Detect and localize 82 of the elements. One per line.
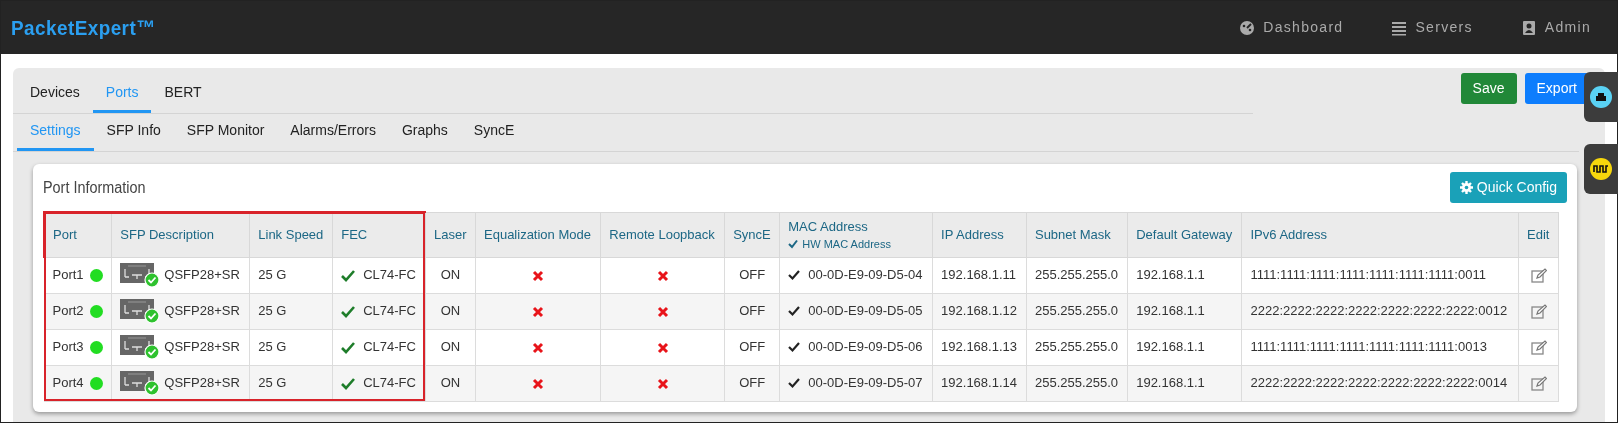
ip-address: 192.168.1.11 [941, 267, 1017, 283]
edit-icon [1530, 304, 1547, 320]
tab[interactable]: SFP Info [93, 114, 174, 151]
contact-card-icon [1520, 19, 1537, 36]
column-header: Laser [433, 225, 467, 244]
link-speed: 25 G [258, 267, 287, 283]
list-icon [1391, 19, 1408, 36]
column-header: IP Address [941, 225, 1005, 244]
port-name: Port4 [52, 375, 84, 391]
tab[interactable]: Alarms/Errors [277, 114, 389, 151]
tab[interactable]: SFP Monitor [173, 114, 278, 151]
column-header: Subnet Mask [1034, 225, 1112, 244]
mac-address: 00-0D-E9-09-D5-05 [808, 302, 923, 321]
fec-mode: CL74-FC [363, 302, 416, 321]
ipv6-address: 1111:1111:1111:1111:1111:1111:1111:0013 [1250, 339, 1487, 355]
link-speed: 25 G [258, 303, 287, 319]
mac-address: 00-0D-E9-09-D5-07 [808, 374, 923, 393]
tab[interactable]: Devices [17, 76, 93, 113]
subnet-mask: 255.255.255.0 [1034, 267, 1119, 283]
sfp-description: QSFP28+SR [164, 302, 240, 321]
edit-icon [1530, 376, 1547, 392]
nav-link[interactable]: Admin [1520, 17, 1591, 38]
ipv6-address: 2222:2222:2222:2222:2222:2222:2222:0012 [1250, 303, 1508, 319]
synce-state: OFF [739, 375, 766, 391]
nav-link[interactable]: Dashboard [1239, 17, 1344, 38]
brand-logo[interactable]: PacketExpert™ [11, 11, 156, 44]
link-speed: 25 G [258, 339, 287, 355]
tab[interactable]: BERT [151, 76, 215, 113]
synce-state: OFF [739, 267, 766, 283]
default-gateway: 192.168.1.1 [1136, 267, 1205, 283]
laser-state: ON [440, 267, 461, 283]
sfp-description: QSFP28+SR [164, 374, 240, 393]
edit-icon [1530, 340, 1547, 356]
port-name: Port3 [52, 339, 84, 355]
tab[interactable]: Graphs [388, 114, 461, 151]
synce-state: OFF [739, 303, 766, 319]
ip-address: 192.168.1.13 [941, 339, 1017, 355]
nav-link[interactable]: Servers [1391, 17, 1473, 38]
card-title: Port Information [43, 177, 146, 198]
fec-mode: CL74-FC [363, 266, 416, 285]
column-header: Equalization Mode [484, 225, 592, 244]
default-gateway: 192.168.1.1 [1136, 339, 1205, 355]
side-tab[interactable] [1584, 72, 1618, 122]
default-gateway: 192.168.1.1 [1136, 303, 1205, 319]
link-speed: 25 G [258, 375, 287, 391]
sfp-description: QSFP28+SR [164, 338, 240, 357]
fec-mode: CL74-FC [363, 338, 416, 357]
laser-state: ON [440, 303, 461, 319]
ip-address: 192.168.1.14 [941, 375, 1017, 391]
mac-address: 00-0D-E9-09-D5-06 [808, 338, 923, 357]
ipv6-address: 2222:2222:2222:2222:2222:2222:2222:0014 [1250, 375, 1508, 391]
synce-state: OFF [739, 339, 766, 355]
ipv6-address: 1111:1111:1111:1111:1111:1111:1111:0011 [1250, 267, 1486, 283]
action-button[interactable]: Save [1460, 73, 1517, 104]
subnet-mask: 255.255.255.0 [1034, 339, 1119, 355]
subnet-mask: 255.255.255.0 [1034, 303, 1119, 319]
column-header: FEC [341, 226, 369, 244]
tab[interactable]: SyncE [460, 114, 528, 151]
ip-address: 192.168.1.12 [941, 303, 1017, 319]
column-header: IPv6 Address [1250, 225, 1329, 244]
default-gateway: 192.168.1.1 [1136, 375, 1205, 391]
column-header: Port [53, 226, 78, 244]
mac-address: 00-0D-E9-09-D5-04 [808, 266, 923, 285]
laser-state: ON [440, 375, 461, 391]
column-header: Default Gateway [1136, 225, 1234, 244]
column-subheader: HW MAC Address [802, 237, 891, 252]
subnet-mask: 255.255.255.0 [1034, 375, 1119, 391]
gear-icon [1459, 181, 1473, 194]
port-name: Port1 [52, 267, 84, 283]
port-name: Port2 [52, 303, 84, 319]
side-tab[interactable] [1584, 144, 1618, 194]
column-header: Edit [1527, 225, 1550, 244]
column-header: MAC Address [788, 217, 869, 236]
column-header: SFP Description [120, 226, 215, 244]
column-header: SyncE [733, 225, 772, 244]
edit-icon [1530, 268, 1547, 284]
column-header: Remote Loopback [609, 225, 716, 244]
sfp-description: QSFP28+SR [164, 266, 240, 285]
column-header: Link Speed [258, 226, 325, 244]
fec-mode: CL74-FC [363, 374, 416, 393]
gauge-icon [1239, 19, 1256, 36]
laser-state: ON [440, 339, 461, 355]
